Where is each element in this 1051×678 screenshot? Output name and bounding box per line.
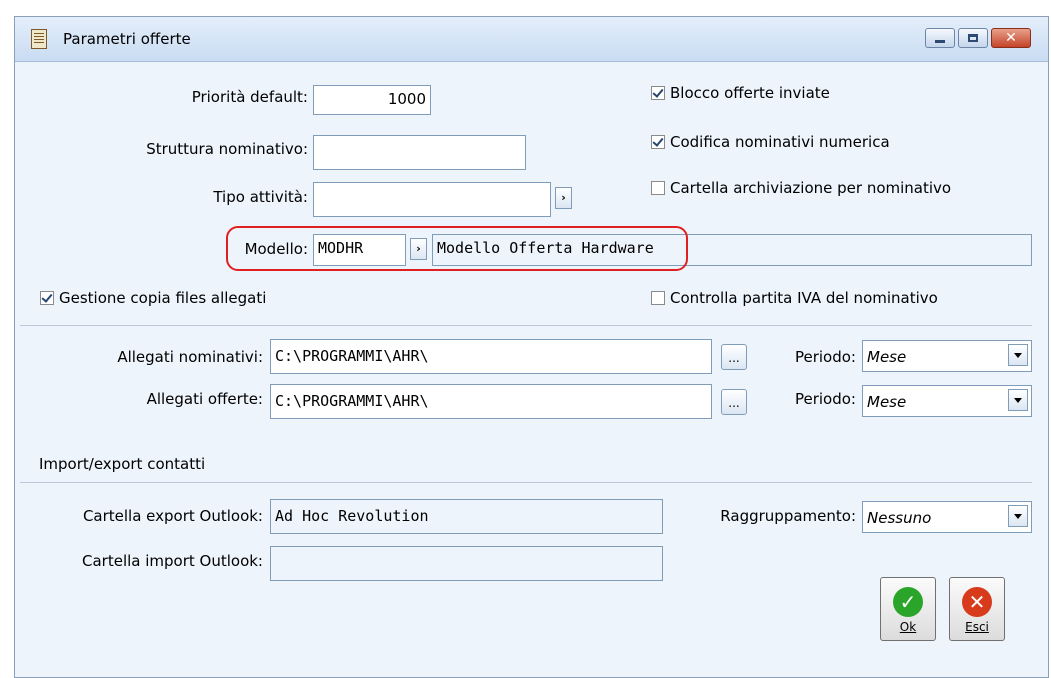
chevron-right-icon: › [561,191,566,204]
codifica-numerica-label: Codifica nominativi numerica [670,133,890,151]
periodo-offerte-value: Mese [867,393,907,411]
close-button[interactable]: ✕ [991,28,1031,48]
window-title: Parametri offerte [63,30,191,48]
allegati-nominativi-field[interactable]: C:\PROGRAMMI\AHR\ [270,339,712,374]
chevron-down-icon[interactable] [1008,505,1028,527]
esci-button[interactable]: ✕ Esci [949,577,1005,641]
separator [20,482,1032,483]
priorita-default-field[interactable]: 1000 [313,85,431,115]
import-export-section-title: Import/export contatti [39,455,206,473]
cross-icon: ✕ [962,587,992,617]
codifica-numerica-checkbox[interactable] [651,135,665,149]
close-icon: ✕ [1005,30,1017,46]
raggruppamento-select[interactable]: Nessuno [862,501,1032,533]
cartella-import-field[interactable] [270,546,663,581]
cartella-export-field[interactable]: Ad Hoc Revolution [270,499,663,534]
allegati-offerte-label: Allegati offerte: [146,390,263,408]
title-bar: Parametri offerte ✕ [15,17,1048,62]
esci-button-label: Esci [965,620,989,634]
cartella-archiviazione-checkbox[interactable] [651,181,665,195]
periodo-nominativi-select[interactable]: Mese [862,340,1032,372]
tipo-attivita-field[interactable] [313,182,551,217]
allegati-offerte-browse-button[interactable]: ... [721,389,747,415]
checkmark-icon: ✓ [893,587,923,617]
chevron-down-icon[interactable] [1008,344,1028,366]
cartella-archiviazione-label: Cartella archiviazione per nominativo [670,179,952,197]
maximize-button[interactable] [958,28,988,48]
periodo-offerte-select[interactable]: Mese [862,385,1032,417]
modello-highlight-annotation [226,226,688,271]
priorita-default-label: Priorità default: [191,88,308,106]
tipo-attivita-label: Tipo attività: [213,188,308,206]
gestione-copia-checkbox[interactable] [40,291,54,305]
gestione-copia-label: Gestione copia files allegati [59,289,267,307]
cartella-import-label: Cartella import Outlook: [82,552,263,570]
raggruppamento-value: Nessuno [867,509,932,527]
raggruppamento-label: Raggruppamento: [720,507,856,525]
ok-button[interactable]: ✓ Ok [880,577,936,641]
struttura-nominativo-field[interactable] [313,135,526,170]
cartella-export-label: Cartella export Outlook: [82,507,263,525]
allegati-nominativi-label: Allegati nominativi: [117,348,263,366]
separator [20,325,1032,326]
document-icon [31,29,47,49]
blocco-offerte-label: Blocco offerte inviate [670,84,830,102]
controlla-iva-checkbox[interactable] [651,291,665,305]
allegati-nominativi-browse-button[interactable]: ... [721,344,747,370]
periodo-nominativi-label: Periodo: [794,348,856,366]
minimize-button[interactable] [925,28,955,48]
controlla-iva-label: Controlla partita IVA del nominativo [670,289,938,307]
struttura-nominativo-label: Struttura nominativo: [146,140,308,158]
minimize-icon [935,40,945,43]
ok-button-label: Ok [899,620,917,634]
allegati-offerte-field[interactable]: C:\PROGRAMMI\AHR\ [270,384,712,419]
periodo-nominativi-value: Mese [867,348,907,366]
maximize-icon [968,34,978,42]
chevron-down-icon[interactable] [1008,389,1028,411]
periodo-offerte-label: Periodo: [794,390,856,408]
blocco-offerte-checkbox[interactable] [651,86,665,100]
tipo-attivita-lookup-button[interactable]: › [555,187,572,209]
